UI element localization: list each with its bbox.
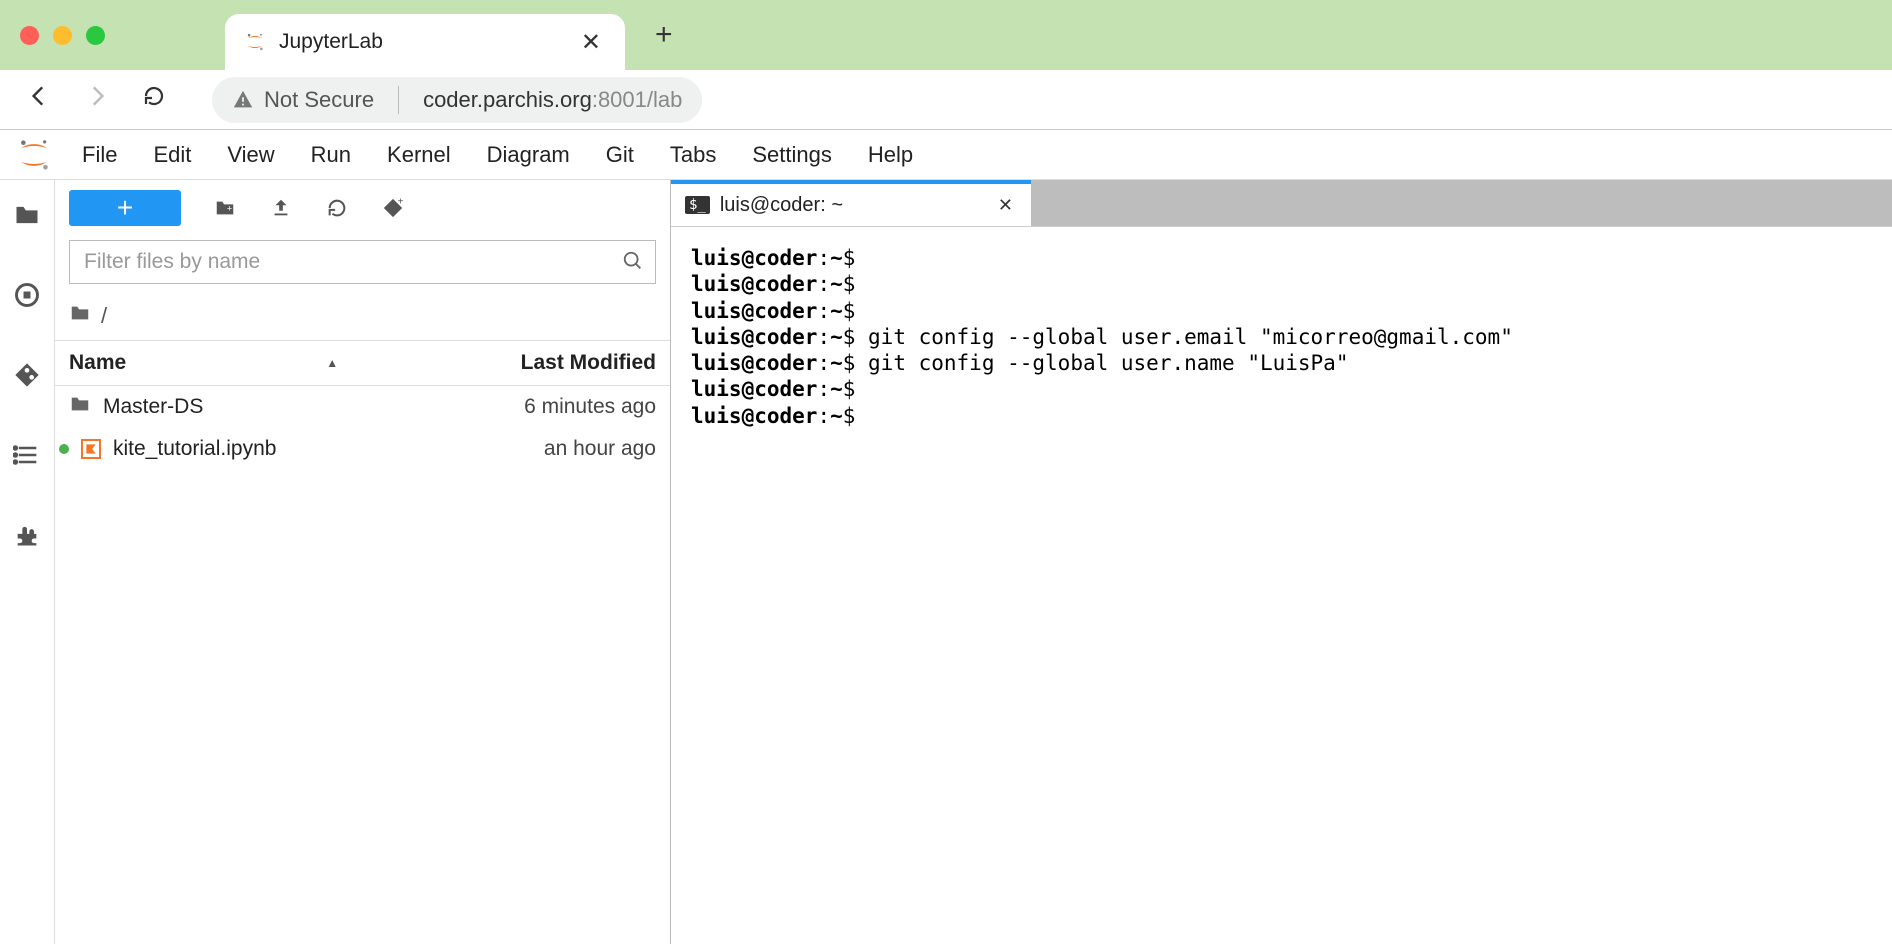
url-text: coder.parchis.org:8001/lab bbox=[423, 87, 682, 113]
close-tab-button[interactable]: ✕ bbox=[577, 24, 605, 61]
jupyter-logo-icon[interactable] bbox=[16, 137, 52, 173]
menu-kernel[interactable]: Kernel bbox=[369, 134, 469, 176]
forward-button[interactable] bbox=[78, 77, 116, 122]
not-secure-indicator[interactable]: Not Secure bbox=[232, 87, 374, 113]
git-clone-button[interactable]: + bbox=[381, 196, 405, 220]
file-browser-toolbar: + + + bbox=[55, 180, 670, 236]
extensions-tab-icon[interactable] bbox=[12, 520, 42, 550]
refresh-button[interactable] bbox=[325, 196, 349, 220]
menu-diagram[interactable]: Diagram bbox=[469, 134, 588, 176]
toc-tab-icon[interactable] bbox=[12, 440, 42, 470]
menu-run[interactable]: Run bbox=[293, 134, 369, 176]
divider bbox=[398, 86, 399, 114]
running-tab-icon[interactable] bbox=[12, 280, 42, 310]
new-tab-button[interactable]: + bbox=[655, 18, 673, 52]
folder-icon bbox=[69, 393, 91, 421]
sidebar-rail bbox=[0, 180, 55, 944]
window-controls bbox=[20, 26, 105, 45]
browser-tab[interactable]: JupyterLab ✕ bbox=[225, 14, 625, 70]
window-minimize-button[interactable] bbox=[53, 26, 72, 45]
file-list-header: Name ▲ Last Modified bbox=[55, 340, 670, 386]
git-tab-icon[interactable] bbox=[12, 360, 42, 390]
file-row[interactable]: kite_tutorial.ipynb an hour ago bbox=[55, 428, 670, 470]
app-menubar: File Edit View Run Kernel Diagram Git Ta… bbox=[0, 130, 1892, 180]
browser-tabbar: JupyterLab ✕ + bbox=[0, 0, 1892, 70]
file-filter bbox=[69, 240, 656, 284]
new-launcher-button[interactable]: + bbox=[69, 190, 181, 226]
upload-button[interactable] bbox=[269, 196, 293, 220]
notebook-icon bbox=[81, 439, 101, 459]
file-modified: an hour ago bbox=[396, 437, 656, 461]
address-bar[interactable]: Not Secure coder.parchis.org:8001/lab bbox=[212, 77, 702, 123]
warning-icon bbox=[232, 89, 254, 111]
file-name: Master-DS bbox=[103, 395, 203, 419]
running-indicator-icon bbox=[59, 444, 69, 454]
menu-settings[interactable]: Settings bbox=[734, 134, 850, 176]
browser-tab-title: JupyterLab bbox=[279, 30, 563, 54]
workspace-tabbar: $_ luis@coder: ~ ✕ bbox=[671, 180, 1892, 226]
jupyter-favicon-icon bbox=[245, 32, 265, 52]
menu-help[interactable]: Help bbox=[850, 134, 931, 176]
reload-button[interactable] bbox=[136, 78, 172, 121]
work-area: $_ luis@coder: ~ ✕ luis@coder:~$ luis@co… bbox=[671, 180, 1892, 944]
column-modified-header[interactable]: Last Modified bbox=[410, 351, 670, 375]
folder-tab-icon[interactable] bbox=[12, 200, 42, 230]
not-secure-label: Not Secure bbox=[264, 87, 374, 113]
svg-text:+: + bbox=[398, 197, 404, 207]
menu-view[interactable]: View bbox=[209, 134, 292, 176]
menu-tabs[interactable]: Tabs bbox=[652, 134, 734, 176]
file-modified: 6 minutes ago bbox=[396, 395, 656, 419]
menu-edit[interactable]: Edit bbox=[135, 134, 209, 176]
breadcrumb[interactable]: / bbox=[55, 294, 670, 340]
file-filter-input[interactable] bbox=[69, 240, 656, 284]
menu-file[interactable]: File bbox=[64, 134, 135, 176]
file-list: Master-DS 6 minutes ago kite_tutorial.ipyn… bbox=[55, 386, 670, 470]
terminal-icon: $_ bbox=[685, 196, 710, 214]
file-browser-panel: + + + / bbox=[55, 180, 671, 944]
back-button[interactable] bbox=[20, 77, 58, 122]
window-maximize-button[interactable] bbox=[86, 26, 105, 45]
window-close-button[interactable] bbox=[20, 26, 39, 45]
close-terminal-button[interactable]: ✕ bbox=[994, 191, 1017, 220]
file-row[interactable]: Master-DS 6 minutes ago bbox=[55, 386, 670, 428]
file-name: kite_tutorial.ipynb bbox=[113, 437, 276, 461]
new-folder-button[interactable]: + bbox=[213, 196, 237, 220]
terminal-tab-title: luis@coder: ~ bbox=[720, 194, 984, 217]
browser-toolbar: Not Secure coder.parchis.org:8001/lab bbox=[0, 70, 1892, 130]
sort-caret-icon: ▲ bbox=[326, 356, 338, 370]
search-icon bbox=[622, 250, 644, 277]
breadcrumb-path: / bbox=[101, 303, 107, 329]
terminal-tab[interactable]: $_ luis@coder: ~ ✕ bbox=[671, 180, 1031, 226]
folder-icon bbox=[69, 302, 91, 330]
svg-text:+: + bbox=[227, 204, 232, 214]
column-name-header[interactable]: Name ▲ bbox=[55, 351, 410, 375]
terminal-output[interactable]: luis@coder:~$ luis@coder:~$ luis@coder:~… bbox=[671, 226, 1892, 944]
menu-git[interactable]: Git bbox=[588, 134, 652, 176]
